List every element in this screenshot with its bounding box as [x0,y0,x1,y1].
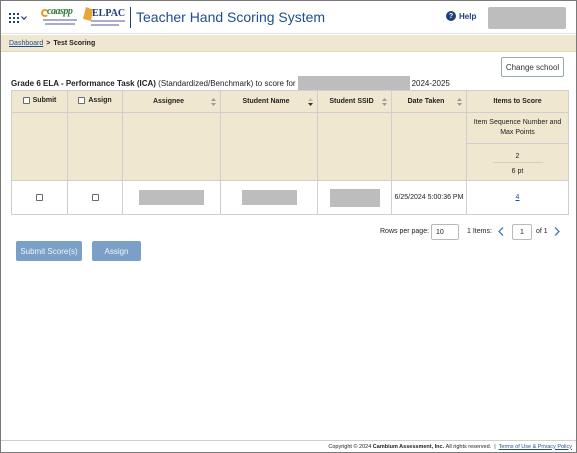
help-link[interactable]: ? Help [446,11,476,21]
col-submit-label: Submit [32,97,57,104]
footer-copyright: Copyright © 2024 [328,443,372,450]
select-all-submit-checkbox[interactable] [22,97,30,104]
col-assignee[interactable]: Assignee [122,90,221,113]
assign-button[interactable]: Assign [92,241,141,261]
col-student-ssid-label: Student SSID [329,98,374,105]
items-count: 1 Items: [467,228,492,235]
caaspp-logo: caaspp [41,6,81,28]
apps-grid-icon [9,13,19,23]
row-assign-checkbox[interactable] [91,193,99,201]
sort-icon [382,98,387,106]
items-subheader: Item Sequence Number and Max Points [467,113,568,144]
sort-descending-icon [308,98,313,106]
student-ssid-redacted [329,188,380,207]
filter-row: Item Sequence Number and Max Points 2 6 … [11,112,569,181]
page-of-label: of 1 [536,228,548,235]
task-name: Grade 6 ELA - Performance Task (ICA) [11,78,156,88]
task-title: Grade 6 ELA - Performance Task (ICA) (St… [11,76,450,90]
col-assign: Assign [67,90,123,113]
breadcrumb: Dashboard > Test Scoring [1,35,576,52]
school-name-redacted [297,76,410,90]
col-date-taken-label: Date Taken [407,98,445,105]
col-date-taken[interactable]: Date Taken [391,90,467,113]
col-items-to-score: Items to Score [466,90,569,113]
help-icon: ? [446,11,456,21]
footer-rights: All rights reserved. [445,443,492,450]
sort-icon [211,98,216,106]
col-items-to-score-label: Items to Score [493,98,542,105]
app-switcher-button[interactable] [9,11,31,25]
task-type: (Standardized/Benchmark) to score for [158,78,296,88]
header-divider [130,7,131,28]
col-student-name-label: Student Name [242,98,290,105]
col-assign-label: Assign [88,97,112,104]
app-title: Teacher Hand Scoring System [136,9,326,25]
submit-scores-button[interactable]: Submit Score(s) [16,241,82,261]
help-label: Help [459,11,477,21]
footer-company: Cambium Assessment, Inc. [372,443,445,450]
items-to-score-link[interactable]: 4 [516,194,520,201]
item-max-points: 6 pt [511,168,524,175]
col-student-ssid[interactable]: Student SSID [317,90,392,113]
page-number-input[interactable]: 1 [512,224,532,240]
item-sequence-number: 2 [515,153,520,160]
user-menu-redacted[interactable] [488,7,566,29]
terms-privacy-link[interactable]: Terms of Use & Privacy Policy [499,444,572,450]
sort-icon [457,98,462,106]
items-subheader-cell: Item Sequence Number and Max Points 2 6 … [466,112,569,181]
row-submit-checkbox[interactable] [36,193,43,201]
breadcrumb-separator: > [46,39,51,47]
change-school-button[interactable]: Change school [501,57,564,77]
scoring-table: Submit Assign Assignee Student Name Stud… [11,90,569,215]
col-assignee-label: Assignee [152,98,185,105]
next-page-icon[interactable] [554,227,560,236]
chevron-down-icon [21,15,27,21]
rows-per-page-label: Rows per page: [380,228,430,235]
breadcrumb-dashboard-link[interactable]: Dashboard [9,40,43,47]
app-header: caaspp ELPAC Teacher Hand Scoring System… [1,1,576,34]
col-student-name[interactable]: Student Name [220,90,318,113]
table-row: 6/25/2024 5:00:36 PM 4 [11,180,569,215]
breadcrumb-current: Test Scoring [53,39,96,47]
select-all-assign-checkbox[interactable] [78,97,86,104]
task-year: 2024-2025 [411,78,450,88]
footer-separator: | [494,443,496,450]
col-submit: Submit [11,90,68,113]
student-name-redacted [241,190,297,205]
assignee-redacted[interactable] [139,190,204,205]
elpac-logo: ELPAC [83,5,127,29]
previous-page-icon[interactable] [498,227,504,236]
rows-per-page-input[interactable]: 10 [431,224,459,240]
footer: Copyright © 2024 Cambium Assessment, Inc… [1,440,576,452]
row-date-taken: 6/25/2024 5:00:36 PM [391,180,467,215]
